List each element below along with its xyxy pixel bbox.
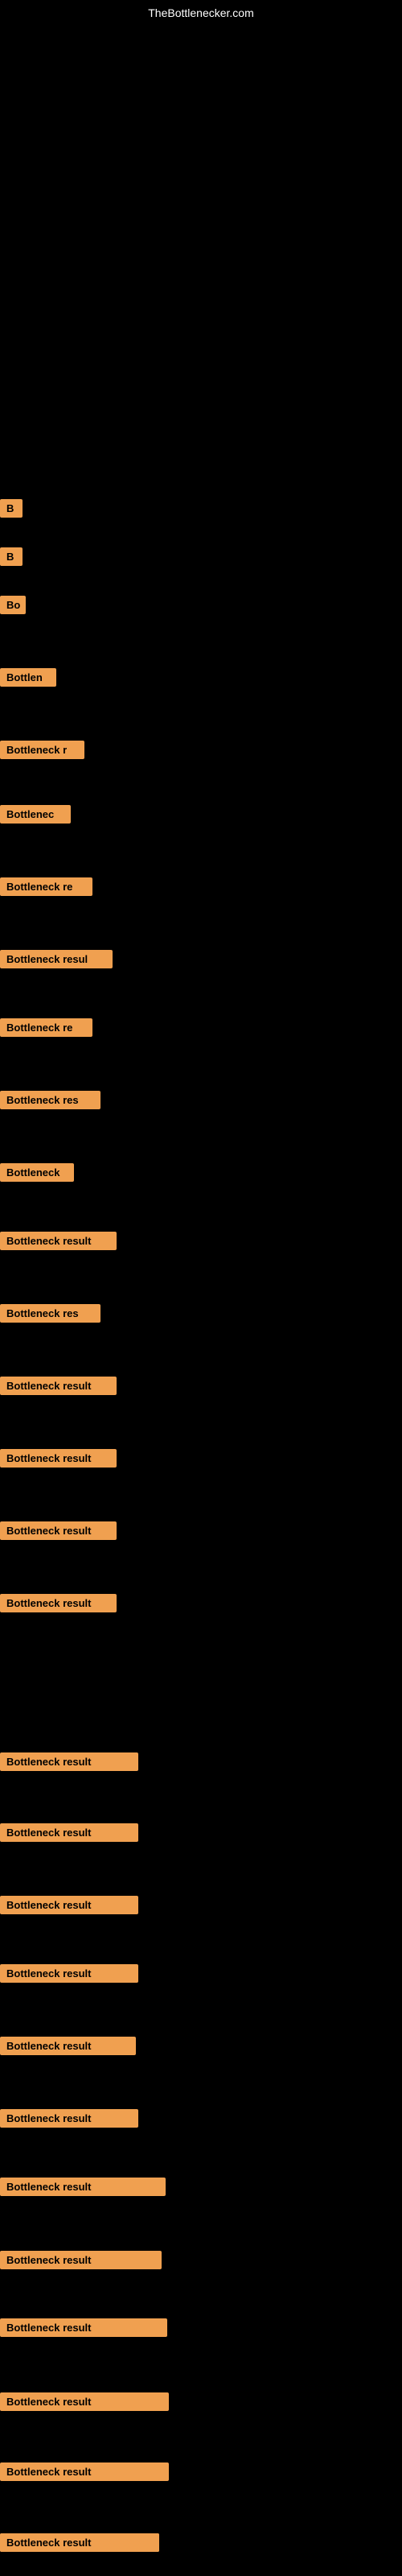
bottleneck-result-item[interactable]: Bo — [0, 596, 26, 614]
bottleneck-result-item[interactable]: Bottlenec — [0, 805, 71, 824]
bottleneck-result-item[interactable]: Bottleneck result — [0, 2251, 162, 2269]
bottleneck-result-item[interactable]: Bottleneck result — [0, 1823, 138, 1842]
bottleneck-result-item[interactable]: Bottleneck result — [0, 2109, 138, 2128]
site-title: TheBottlenecker.com — [148, 6, 254, 19]
bottleneck-result-item[interactable]: Bottleneck res — [0, 1304, 100, 1323]
bottleneck-result-item[interactable]: Bottleneck result — [0, 1377, 117, 1395]
bottleneck-result-item[interactable]: Bottleneck result — [0, 2392, 169, 2411]
bottleneck-result-item[interactable]: Bottleneck result — [0, 2318, 167, 2337]
bottleneck-result-item[interactable]: Bottleneck result — [0, 2037, 136, 2055]
bottleneck-result-item[interactable]: Bottleneck result — [0, 1896, 138, 1914]
bottleneck-result-item[interactable]: Bottleneck result — [0, 2462, 169, 2481]
bottleneck-result-item[interactable]: Bottleneck result — [0, 1964, 138, 1983]
bottleneck-result-item[interactable]: Bottleneck resul — [0, 950, 113, 968]
bottleneck-result-item[interactable]: Bottleneck re — [0, 877, 92, 896]
bottleneck-result-item[interactable]: Bottleneck result — [0, 2178, 166, 2196]
bottleneck-result-item[interactable]: Bottleneck result — [0, 2533, 159, 2552]
bottleneck-result-item[interactable]: B — [0, 547, 23, 566]
bottleneck-result-item[interactable]: Bottleneck result — [0, 1752, 138, 1771]
bottleneck-result-item[interactable]: Bottleneck result — [0, 1521, 117, 1540]
bottleneck-result-item[interactable]: Bottleneck re — [0, 1018, 92, 1037]
bottleneck-result-item[interactable]: Bottleneck result — [0, 1594, 117, 1612]
bottleneck-result-item[interactable]: Bottleneck result — [0, 1449, 117, 1468]
bottleneck-result-item[interactable]: Bottlen — [0, 668, 56, 687]
bottleneck-result-item[interactable]: Bottleneck result — [0, 1232, 117, 1250]
bottleneck-result-item[interactable]: Bottleneck r — [0, 741, 84, 759]
bottleneck-result-item[interactable]: Bottleneck — [0, 1163, 74, 1182]
bottleneck-result-item[interactable]: B — [0, 499, 23, 518]
bottleneck-result-item[interactable]: Bottleneck res — [0, 1091, 100, 1109]
